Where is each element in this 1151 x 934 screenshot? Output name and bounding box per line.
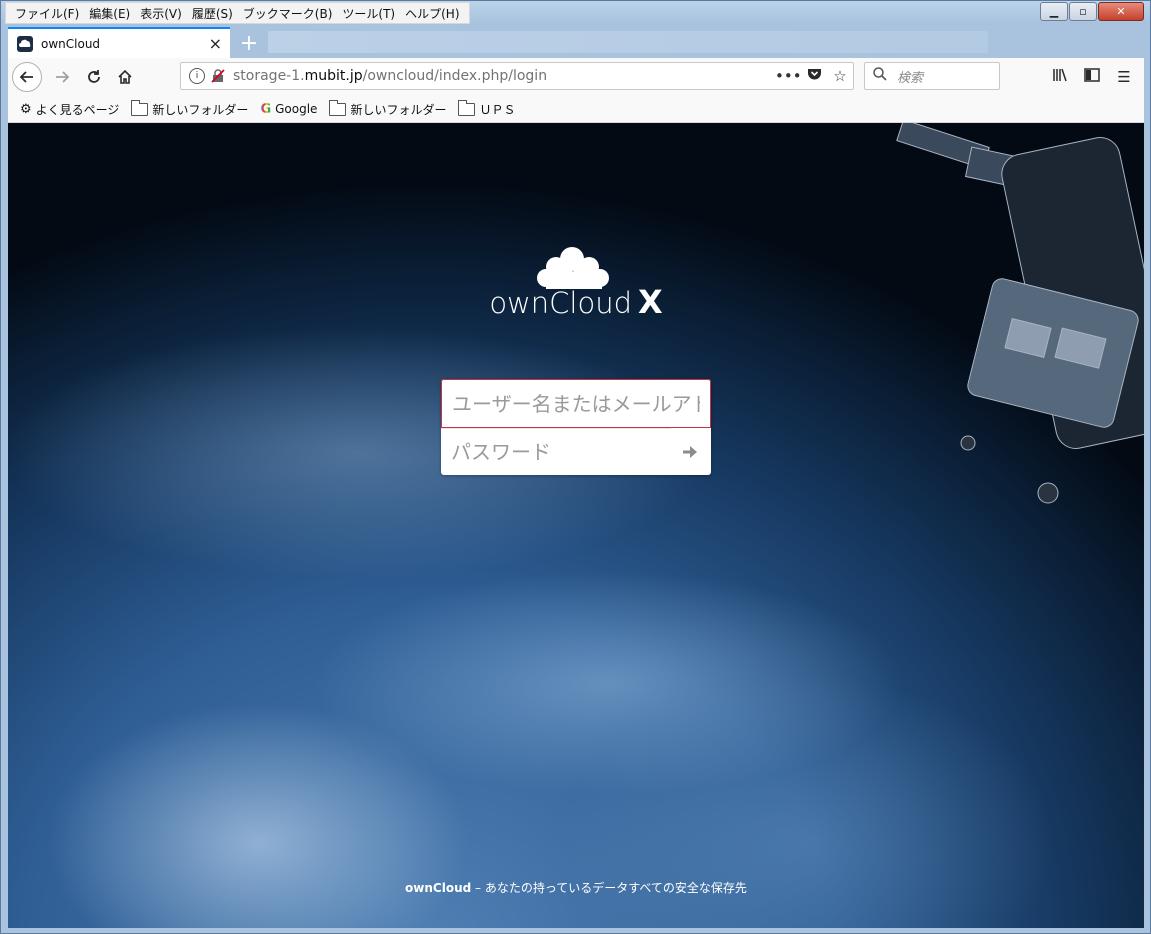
reload-button[interactable] [82, 62, 106, 92]
menu-tools[interactable]: ツール(T) [337, 5, 400, 22]
menu-history[interactable]: 履歴(S) [187, 5, 238, 22]
search-placeholder: 検索 [897, 70, 924, 86]
pocket-icon[interactable] [801, 67, 827, 85]
tab-owncloud[interactable]: ownCloud × [8, 27, 230, 58]
bookmark-folder-2[interactable]: 新しいフォルダー [329, 99, 447, 118]
plus-icon: + [239, 30, 259, 56]
url-text: storage-1.mubit.jp/owncloud/index.php/lo… [233, 68, 775, 84]
username-input[interactable] [441, 379, 711, 428]
bookmark-folder-1[interactable]: 新しいフォルダー [131, 99, 249, 118]
menu-edit[interactable]: 編集(E) [84, 5, 135, 22]
reload-icon [88, 70, 100, 83]
menu-hamburger-icon[interactable]: ☰ [1108, 68, 1140, 86]
url-host-domain: mubit.jp [304, 68, 363, 84]
library-icon[interactable] [1044, 68, 1076, 86]
logo-suffix: X [638, 283, 663, 321]
logo-text: ownCloud [489, 286, 632, 320]
bookmark-label: ＵＰＳ [479, 102, 516, 117]
home-button[interactable] [113, 62, 137, 92]
logo-wordmark: ownCloud X [486, 283, 666, 321]
toolbar-right-buttons: ☰ [1044, 62, 1140, 92]
tab-strip: ownCloud × + [8, 25, 1144, 58]
maximize-icon: ▫ [1079, 5, 1087, 18]
password-input[interactable] [441, 428, 671, 475]
folder-icon [329, 99, 347, 116]
title-bar: ファイル(F) 編集(E) 表示(V) 履歴(S) ブックマーク(B) ツール(… [1, 1, 1150, 25]
menu-bookmarks[interactable]: ブックマーク(B) [238, 5, 338, 22]
tab-title: ownCloud [41, 36, 101, 51]
home-icon [118, 69, 132, 84]
tab-close-icon[interactable]: × [209, 34, 222, 53]
bookmark-label: よく見るページ [35, 102, 120, 117]
login-form [441, 379, 711, 475]
sidebar-icon[interactable] [1076, 68, 1108, 86]
minimize-icon: ▁ [1049, 5, 1059, 18]
maximize-button[interactable]: ▫ [1069, 2, 1097, 21]
minimize-button[interactable]: ▁ [1040, 2, 1068, 21]
folder-icon [458, 99, 476, 116]
site-info-icon[interactable]: i [189, 68, 205, 84]
bookmark-google[interactable]: G Google [260, 102, 317, 117]
back-button[interactable] [12, 62, 42, 92]
owncloud-favicon-icon [17, 35, 33, 52]
back-arrow-icon [19, 71, 33, 83]
menu-help[interactable]: ヘルプ(H) [400, 5, 464, 22]
url-bar[interactable]: i storage-1.mubit.jp/owncloud/index.php/… [180, 62, 854, 90]
bookmark-folder-ups[interactable]: ＵＰＳ [458, 99, 516, 118]
bookmark-label: 新しいフォルダー [350, 102, 447, 117]
menu-view[interactable]: 表示(V) [135, 5, 187, 22]
space-station-image [896, 123, 1144, 504]
close-window-button[interactable]: ✕ [1098, 2, 1144, 21]
login-submit-button[interactable] [675, 437, 705, 467]
bookmark-most-visited[interactable]: ⚙ よく見るページ [20, 101, 119, 118]
background-window-ghost [268, 31, 988, 53]
insecure-lock-icon[interactable] [211, 69, 225, 83]
login-page: ownCloudX ownCloud – あなたの持っているデータすべての安全な… [8, 123, 1144, 928]
gear-icon: ⚙ [20, 101, 32, 117]
navigation-toolbar: i storage-1.mubit.jp/owncloud/index.php/… [8, 58, 1144, 97]
menu-file[interactable]: ファイル(F) [10, 5, 84, 22]
url-path: /owncloud/index.php/login [362, 68, 548, 84]
close-icon: ✕ [1116, 5, 1126, 18]
window-controls: ▁ ▫ ✕ [1039, 2, 1144, 21]
footer-tagline: – あなたの持っているデータすべての安全な保存先 [471, 881, 747, 895]
bookmark-label: Google [275, 102, 318, 116]
new-tab-button[interactable]: + [236, 29, 262, 57]
google-icon: G [260, 101, 272, 117]
browser-window: ファイル(F) 編集(E) 表示(V) 履歴(S) ブックマーク(B) ツール(… [0, 0, 1151, 934]
page-actions-icon[interactable]: ••• [775, 67, 802, 85]
search-icon [873, 67, 891, 85]
folder-icon [131, 99, 149, 116]
url-host-prefix: storage-1. [233, 68, 305, 84]
bookmark-star-icon[interactable]: ☆ [827, 67, 853, 85]
owncloud-logo: ownCloud X [486, 245, 666, 325]
arrow-right-icon [683, 446, 697, 458]
forward-button[interactable] [50, 62, 74, 92]
search-box[interactable]: 検索 [864, 62, 1000, 90]
page-footer: ownCloud – あなたの持っているデータすべての安全な保存先 [8, 879, 1144, 896]
footer-brand: ownCloud [405, 881, 472, 895]
bookmarks-toolbar: ⚙ よく見るページ 新しいフォルダー G Google 新しいフォルダー ＵＰＳ [8, 96, 1144, 123]
bookmark-label: 新しいフォルダー [152, 102, 249, 117]
menu-bar: ファイル(F) 編集(E) 表示(V) 履歴(S) ブックマーク(B) ツール(… [5, 2, 470, 24]
forward-arrow-icon [56, 71, 70, 83]
